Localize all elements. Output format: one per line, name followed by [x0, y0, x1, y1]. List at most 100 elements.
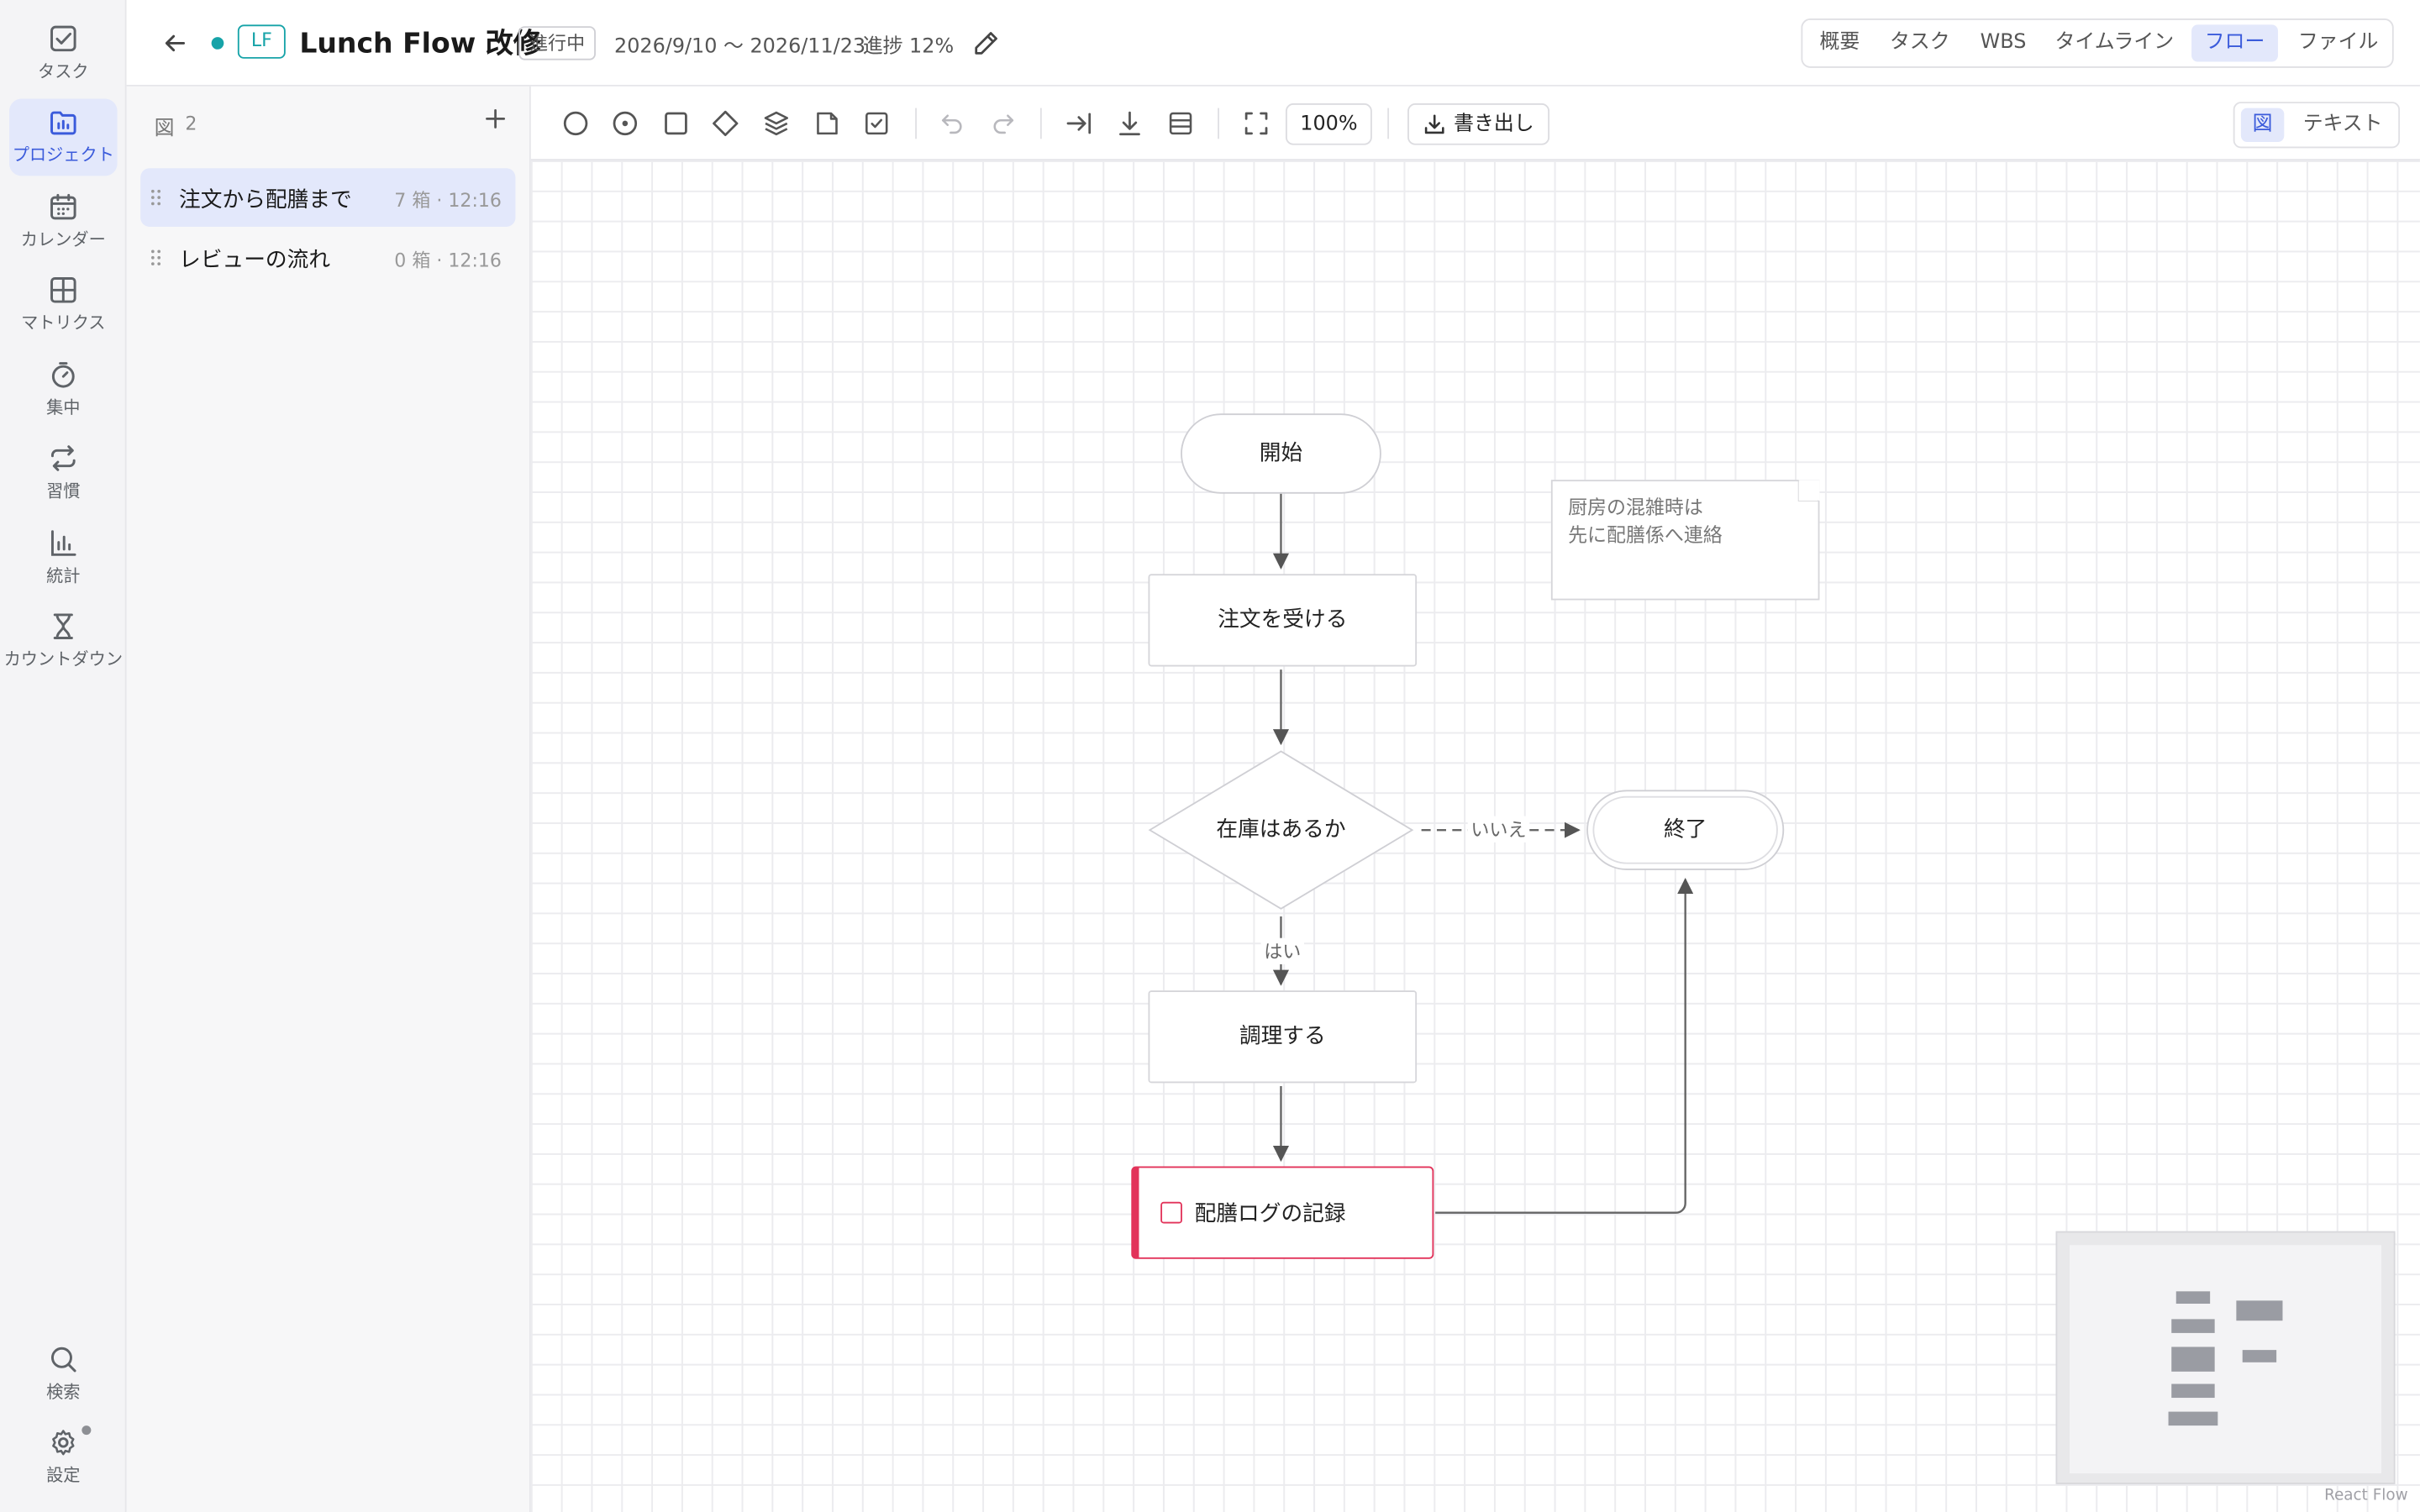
diagram-list-icon: 図: [154, 117, 175, 141]
checkbox-icon: [50, 25, 76, 52]
diagram-meta: 0 箱 · 12:16: [394, 249, 502, 272]
nav-item-projects[interactable]: プロジェクト: [9, 98, 118, 176]
nav-item-label: カウントダウン: [3, 649, 124, 670]
toolbar-divider: [1387, 108, 1390, 139]
minimap-node: [2242, 1350, 2277, 1362]
diagram-list-item[interactable]: 注文から配膳まで 7 箱 · 12:16: [140, 168, 516, 227]
nav-item-calendar[interactable]: カレンダー: [9, 184, 118, 261]
pencil-icon[interactable]: [971, 28, 1002, 59]
search-icon: [50, 1347, 76, 1373]
page-title: Lunch Flow 改修: [299, 28, 541, 60]
text-mode-button[interactable]: テキスト: [2293, 108, 2392, 142]
diagram-name: レビューの流れ: [179, 248, 331, 274]
project-icon: [50, 111, 76, 135]
tab-timeline[interactable]: タイムライン: [2049, 24, 2179, 61]
task-shape-icon[interactable]: [860, 107, 893, 140]
target-shape-icon[interactable]: [608, 107, 642, 140]
diagram-list-panel: 図 2 注文から配膳まで 7 箱 · 12:16 レビューの流れ 0 箱 · 1…: [126, 86, 531, 1512]
tab-files[interactable]: ファイル: [2287, 24, 2389, 61]
nav-item-matrix[interactable]: マトリクス: [9, 267, 118, 344]
flow-node-end[interactable]: 終了: [1586, 790, 1785, 870]
minimap-node: [2171, 1319, 2215, 1333]
flow-node-decision[interactable]: 在庫はあるか: [1148, 750, 1414, 911]
nav-item-focus[interactable]: 集中: [9, 352, 118, 429]
export-button[interactable]: 書き出し: [1407, 103, 1550, 145]
calendar-icon: [50, 193, 76, 220]
table-view-icon[interactable]: [1164, 107, 1197, 140]
edge-task-end: [1435, 878, 1694, 1214]
minimap-node: [2171, 1347, 2215, 1372]
tab-tasks[interactable]: タスク: [1883, 24, 1957, 61]
task-checkbox[interactable]: [1160, 1201, 1182, 1224]
note-shape-icon[interactable]: [810, 107, 844, 140]
note-fold-icon: [1797, 480, 1820, 501]
tab-overview[interactable]: 概要: [1809, 24, 1870, 61]
repeat-icon: [50, 445, 76, 471]
nav-item-settings[interactable]: 設定: [9, 1420, 118, 1497]
tab-wbs[interactable]: WBS: [1970, 24, 2038, 61]
minimap-node: [2168, 1411, 2218, 1426]
minimap[interactable]: [2055, 1231, 2396, 1484]
tab-flow[interactable]: フロー: [2191, 24, 2278, 62]
nav-item-label: プロジェクト: [12, 144, 114, 165]
nav-item-tasks[interactable]: タスク: [9, 15, 118, 92]
nav-item-label: 設定: [46, 1465, 81, 1486]
bar-chart-icon: [50, 530, 76, 556]
flow-node-start[interactable]: 開始: [1181, 413, 1381, 494]
layers-icon[interactable]: [760, 107, 793, 140]
nav-item-label: 検索: [46, 1382, 81, 1403]
export-button-label: 書き出し: [1454, 113, 1534, 136]
fit-view-icon[interactable]: [1239, 107, 1273, 140]
rectangle-shape-icon[interactable]: [659, 107, 692, 140]
react-flow-attribution[interactable]: React Flow: [2324, 1488, 2408, 1504]
project-color-dot: [211, 37, 224, 50]
diagram-list-item[interactable]: レビューの流れ 0 箱 · 12:16: [140, 228, 515, 287]
project-view-tabs: 概要 タスク WBS タイムライン フロー ファイル: [1801, 18, 2394, 68]
flow-toolbar: 100% 書き出し 図 テキスト: [530, 86, 2420, 161]
nav-item-label: 集中: [46, 397, 81, 418]
nav-item-label: 習慣: [46, 481, 81, 501]
diamond-shape-icon[interactable]: [708, 107, 742, 140]
drag-handle-icon[interactable]: [150, 249, 162, 267]
app-nav-rail: タスク プロジェクト カレンダー マトリクス 集中 習慣 統計 カウントダウン …: [0, 0, 127, 1512]
layout-vertical-icon[interactable]: [1113, 107, 1146, 140]
add-diagram-button[interactable]: [481, 105, 509, 133]
edge-label-yes: はい: [1260, 937, 1305, 964]
app-window: タスク プロジェクト カレンダー マトリクス 集中 習慣 統計 カウントダウン …: [0, 0, 2420, 1512]
flow-node-task[interactable]: 配膳ログの記録: [1131, 1166, 1434, 1259]
back-arrow-icon[interactable]: [157, 26, 191, 60]
redo-icon[interactable]: [986, 107, 1020, 140]
notification-dot: [82, 1425, 92, 1436]
flow-node-cook[interactable]: 調理する: [1148, 990, 1418, 1084]
project-header: LF Lunch Flow 改修 進行中 2026/9/10 〜 2026/11…: [126, 0, 2420, 87]
flow-node-decision-label: 在庫はあるか: [1216, 817, 1346, 843]
drag-handle-icon[interactable]: [150, 188, 162, 207]
nav-item-countdown[interactable]: カウントダウン: [4, 603, 123, 680]
download-icon: [1424, 114, 1444, 134]
flow-node-receive[interactable]: 注文を受ける: [1148, 574, 1418, 667]
view-mode-toggle: 図 テキスト: [2233, 102, 2401, 149]
toolbar-divider: [1039, 108, 1042, 139]
nav-item-stats[interactable]: 統計: [9, 520, 118, 597]
circle-shape-icon[interactable]: [559, 107, 592, 140]
timer-icon: [51, 362, 75, 388]
grid-icon: [50, 277, 76, 303]
undo-icon[interactable]: [935, 107, 969, 140]
diagram-meta: 7 箱 · 12:16: [394, 189, 502, 212]
flow-note-text: 厨房の混雑時は 先に配膳係へ連絡: [1568, 495, 1723, 547]
nav-item-habits[interactable]: 習慣: [9, 435, 118, 512]
flow-canvas[interactable]: 開始 注文を受ける 在庫はあるか 終了 調理する 配膳ログの記録 厨房の混雑時は…: [530, 160, 2420, 1512]
gear-icon: [52, 1430, 75, 1456]
layout-horizontal-icon[interactable]: [1062, 107, 1096, 140]
edge-label-no: いいえ: [1467, 816, 1530, 843]
progress-text: 進捗 12%: [862, 35, 955, 59]
toolbar-divider: [915, 108, 917, 139]
zoom-level[interactable]: 100%: [1285, 103, 1372, 145]
nav-item-label: カレンダー: [20, 229, 106, 250]
flow-note[interactable]: 厨房の混雑時は 先に配膳係へ連絡: [1550, 480, 1820, 601]
nav-item-search[interactable]: 検索: [9, 1336, 118, 1414]
hourglass-icon: [53, 613, 73, 639]
toolbar-divider: [1218, 108, 1219, 139]
project-badge: LF: [237, 24, 286, 59]
diagram-mode-button[interactable]: 図: [2240, 108, 2285, 142]
